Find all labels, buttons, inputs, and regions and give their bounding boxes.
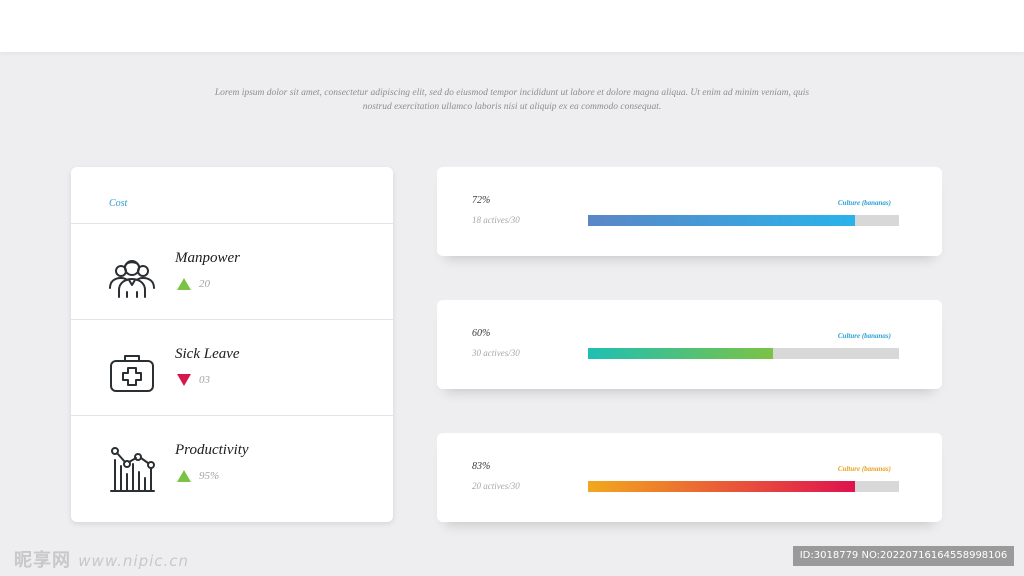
progress-track bbox=[588, 348, 899, 359]
trend-down-icon bbox=[177, 374, 191, 386]
progress-tag: Culture (bananas) bbox=[837, 465, 891, 473]
intro-text: Lorem ipsum dolor sit amet, consectetur … bbox=[212, 86, 812, 114]
progress-actives: 18 actives/30 bbox=[472, 215, 520, 225]
progress-card-1: 72% 18 actives/30 Culture (bananas) bbox=[437, 167, 942, 256]
progress-actives: 30 actives/30 bbox=[472, 348, 520, 358]
progress-fill bbox=[588, 481, 856, 492]
progress-fill bbox=[588, 348, 774, 359]
progress-percent: 72% bbox=[472, 195, 491, 206]
progress-track bbox=[588, 215, 899, 226]
intro-line-1: Lorem ipsum dolor sit amet, consectetur … bbox=[214, 88, 810, 98]
progress-actives: 20 actives/30 bbox=[472, 481, 520, 491]
progress-card-2: 60% 30 actives/30 Culture (bananas) bbox=[437, 300, 942, 389]
trend-up-icon bbox=[177, 278, 191, 290]
progress-tag: Culture (bananas) bbox=[837, 332, 891, 340]
progress-tag: Culture (bananas) bbox=[837, 199, 891, 207]
metric-label: Sick Leave bbox=[175, 346, 240, 362]
metric-value: 20 bbox=[199, 278, 210, 290]
metric-delta: 03 bbox=[177, 374, 210, 386]
top-band bbox=[0, 0, 1024, 52]
watermark-brand: 昵享网 bbox=[14, 550, 71, 571]
metric-value: 03 bbox=[199, 374, 210, 386]
medical-kit-icon bbox=[110, 355, 154, 392]
progress-card-3: 83% 20 actives/30 Culture (bananas) bbox=[437, 433, 942, 522]
progress-percent: 83% bbox=[472, 461, 491, 472]
metric-label: Manpower bbox=[175, 250, 240, 266]
metric-productivity: Productivity 95% bbox=[71, 416, 393, 521]
metric-sick-leave: Sick Leave 03 bbox=[71, 320, 393, 416]
watermark-url: www.nipic.cn bbox=[78, 552, 190, 570]
watermark: 昵享网 www.nipic.cn bbox=[14, 546, 189, 572]
metric-value: 95% bbox=[199, 470, 220, 482]
team-icon bbox=[109, 260, 155, 298]
metric-delta: 20 bbox=[177, 278, 210, 290]
intro-line-2: nostrud exercitation ullamco laboris nis… bbox=[362, 102, 662, 112]
cost-heading: Cost bbox=[109, 198, 128, 209]
image-id-strip: ID:3018779 NO:20220716164558998106 bbox=[793, 546, 1014, 566]
metric-manpower: Manpower 20 bbox=[71, 224, 393, 320]
cost-panel: Cost Manpower 20 Sick Leave 03 Productiv… bbox=[71, 167, 393, 522]
trend-up-icon bbox=[177, 470, 191, 482]
metric-delta: 95% bbox=[177, 470, 219, 482]
progress-track bbox=[588, 481, 899, 492]
bar-chart-icon bbox=[110, 447, 155, 492]
metric-label: Productivity bbox=[175, 442, 249, 458]
progress-percent: 60% bbox=[472, 328, 491, 339]
progress-fill bbox=[588, 215, 856, 226]
cost-panel-header: Cost bbox=[71, 167, 393, 224]
